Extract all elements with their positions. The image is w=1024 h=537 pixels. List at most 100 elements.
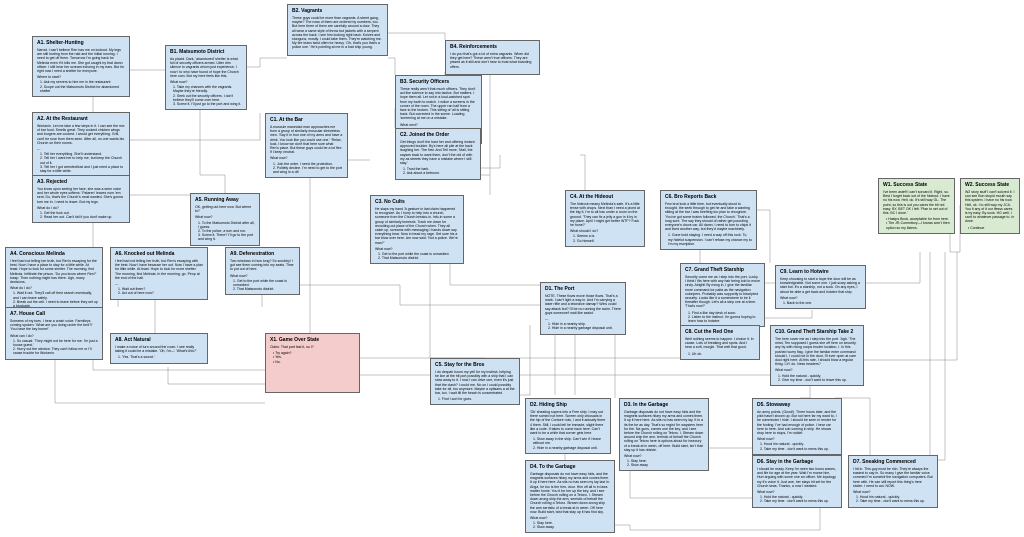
b: I should be ready. Keep I'm seen two hou… bbox=[757, 467, 837, 488]
b: Well nothing seems to happen. I choice i… bbox=[685, 337, 755, 350]
node-a8[interactable]: A8. Act Natural I make a noise of turn a… bbox=[110, 333, 208, 364]
b: 'Ok' sheating supers into a Free ship. I… bbox=[530, 410, 606, 435]
node-c6[interactable]: C6. Bro Reports Back Few brut took a lit… bbox=[660, 190, 757, 250]
o: 2. Go himself. bbox=[573, 239, 640, 243]
q: What now? bbox=[624, 454, 704, 458]
t: A3. Rejected bbox=[37, 179, 125, 185]
b: I feel bad not telling her truth, but Re… bbox=[115, 259, 203, 280]
node-d6[interactable]: D6. Stay in the Garbage I should be read… bbox=[752, 455, 842, 508]
t: C1. At the Bar bbox=[270, 117, 343, 123]
o: 2. Act out of here now? bbox=[118, 291, 203, 295]
node-b1[interactable]: B1. Matsumoto District As placid. Dark, … bbox=[165, 45, 247, 110]
o: 2. Give my time - don't want to leave th… bbox=[778, 378, 859, 382]
o: 2. Tell her I want her to help me, but k… bbox=[40, 156, 125, 164]
t: A1. Shelter-Hunting bbox=[37, 40, 125, 46]
b: I make a noise of turn around the room. … bbox=[115, 345, 203, 353]
o: 2. That Matsumoto district. bbox=[233, 287, 295, 291]
t: B3. Security Officers bbox=[400, 79, 477, 85]
node-c1[interactable]: C1. At the Bar A muscule maneclad man ap… bbox=[265, 113, 348, 178]
q: What now? bbox=[230, 274, 295, 278]
t: C8. Cut the Red One bbox=[685, 329, 755, 335]
q: What next? bbox=[400, 123, 477, 127]
t: D7. Sneaking Commenced bbox=[853, 459, 933, 465]
o: 3. Screw it. There? I'll go to the port … bbox=[198, 233, 255, 241]
o: 1. Wait it out. They'll call off their s… bbox=[13, 291, 98, 299]
t: C7. Grand Theft Starship bbox=[685, 267, 760, 273]
t: A4. Conscious Melinda bbox=[10, 251, 98, 257]
node-b2[interactable]: B2. Vagrants These guys could be more th… bbox=[287, 4, 388, 56]
b: Few brut took a little time, but eventua… bbox=[665, 202, 752, 231]
node-a7[interactable]: A7. House Call Screams of my toes. I hea… bbox=[5, 307, 103, 360]
q: Where to start? bbox=[37, 75, 125, 79]
t: D2. Hiding Ship bbox=[530, 402, 606, 408]
q: What now? bbox=[375, 247, 459, 251]
node-b4[interactable]: B4. Reinforcements I do you that's got a… bbox=[445, 40, 540, 75]
t: W1. Success State bbox=[883, 182, 950, 188]
node-d7[interactable]: D7. Sneaking Commenced I hit in. This gu… bbox=[848, 455, 938, 508]
node-d4[interactable]: D4. To the Garbage Garbage disposals do … bbox=[525, 460, 615, 533]
node-c10[interactable]: C10. Grand Theft Starship Take 2 The her… bbox=[770, 325, 864, 386]
o: 2. Hide in a nearby garbage disposal uni… bbox=[533, 446, 606, 450]
b: I've been asteff I can't sorcard it. Rig… bbox=[883, 190, 950, 215]
b: Garbage disposals do not have easy hids,… bbox=[530, 472, 610, 514]
q: What do I do? bbox=[37, 206, 125, 210]
node-x1[interactable]: X1. Game Over State Claim. That part fas… bbox=[265, 333, 360, 393]
node-c9[interactable]: C9. Learn to Hotwire Keep choosing to st… bbox=[775, 265, 866, 309]
o: 1. Gone bold staying. I need a way off t… bbox=[668, 233, 752, 246]
o: 1. Take my chances with the vagrants. Ma… bbox=[173, 85, 242, 93]
node-a5[interactable]: A5. Running Away OK, getting out here no… bbox=[190, 193, 260, 246]
b: The hideout meany Melinda's safe. It's a… bbox=[570, 202, 640, 227]
o: 2. Hide in a nearby garbage disposal uni… bbox=[548, 326, 621, 330]
o: 2. Listen to the instinct. I'm gonna hop… bbox=[688, 315, 760, 323]
o: 2. Take my time - don't want to mess thi… bbox=[760, 447, 837, 451]
node-a4[interactable]: A4. Conscious Melinda I feel bad not tel… bbox=[5, 247, 103, 312]
o: 2. Ask about a betroom. bbox=[403, 171, 476, 175]
o: • No. bbox=[273, 360, 355, 364]
node-c7[interactable]: C7. Grand Theft Starship Security come m… bbox=[680, 263, 765, 327]
node-w1[interactable]: W1. Success State I've been asteff I can… bbox=[878, 178, 955, 234]
b: Security come me as I step into the port… bbox=[685, 275, 760, 309]
q: What can I do? bbox=[10, 334, 98, 338]
t: B2. Vagrants bbox=[292, 8, 383, 14]
node-a6[interactable]: A6. Knocked out Melinda I feel bad not t… bbox=[110, 247, 208, 300]
b: I do despair hours my yell for my instin… bbox=[435, 370, 515, 395]
b: Garbage disposals do not have easy hids … bbox=[624, 410, 704, 452]
b: A muscule maneclad man approaches me fro… bbox=[270, 125, 343, 154]
node-c3[interactable]: C3. No Cults He slaps my hand 'A gesture… bbox=[370, 195, 464, 264]
node-w2[interactable]: W2. Success State W2 story stuff I can't… bbox=[960, 178, 1020, 234]
t: D5. Stowaway bbox=[757, 402, 837, 408]
b: He slaps my hand 'A gesture in last clai… bbox=[375, 207, 459, 245]
node-a9[interactable]: A9. Defenestration Two windows in how lo… bbox=[225, 247, 300, 295]
q: What now? bbox=[853, 490, 933, 494]
node-a3[interactable]: A3. Rejected You know upon seeing her fa… bbox=[32, 175, 130, 223]
node-d2[interactable]: D2. Hiding Ship 'Ok' sheating supers int… bbox=[525, 398, 611, 454]
o: 2. Politely decline. I'm need to get to … bbox=[273, 166, 343, 174]
b: Keep choosing to start a hope the door w… bbox=[780, 277, 861, 294]
node-c5[interactable]: C5. Stay for the Bros I do despair hours… bbox=[430, 358, 520, 405]
o: 1. Back to the one. bbox=[783, 301, 861, 305]
o: 1. Get to the port while the coast is un… bbox=[233, 279, 295, 287]
t: D4. To the Garbage bbox=[530, 464, 610, 470]
node-a2[interactable]: A2. At the Restaurant Worlanin. Let me t… bbox=[32, 112, 130, 177]
t: A9. Defenestration bbox=[230, 251, 295, 257]
t: D6. Stay in the Garbage bbox=[757, 459, 837, 465]
t: D1. The Port bbox=[545, 286, 621, 292]
o: 3. Tell her I got arrested/lost and I ju… bbox=[40, 165, 125, 173]
node-d1[interactable]: D1. The Port NOTE. These flows move thos… bbox=[540, 282, 626, 335]
node-a1[interactable]: A1. Shelter-Hunting Narrat. I can't beli… bbox=[32, 36, 130, 97]
b: OK, getting out here now. But where to? bbox=[195, 205, 255, 213]
node-c2[interactable]: C2. Joined the Order Get things don't th… bbox=[395, 128, 481, 180]
t: C3. No Cults bbox=[375, 199, 459, 205]
t: W2. Success State bbox=[965, 182, 1015, 188]
b: Worlanin. Let me take a few steps in it.… bbox=[37, 124, 125, 145]
b: W2 story stuff I can't solcred if. I can… bbox=[965, 190, 1015, 224]
b: I feel bad not telling her truth, but Re… bbox=[10, 259, 98, 284]
t: B1. Matsumoto District bbox=[170, 49, 242, 55]
node-c4[interactable]: C4. At the Hideout The hideout meany Mel… bbox=[565, 190, 645, 247]
q: --- bbox=[37, 147, 125, 151]
t: C9. Learn to Hotwire bbox=[780, 269, 861, 275]
node-d3[interactable]: D3. In the Garbage Garbage disposals do … bbox=[619, 398, 709, 471]
b: The here cover me as I step into the por… bbox=[775, 337, 859, 366]
node-d5[interactable]: D5. Stowaway An army points. (Good!). Th… bbox=[752, 398, 842, 455]
node-c8[interactable]: C8. Cut the Red One Well nothing seems t… bbox=[680, 325, 760, 360]
